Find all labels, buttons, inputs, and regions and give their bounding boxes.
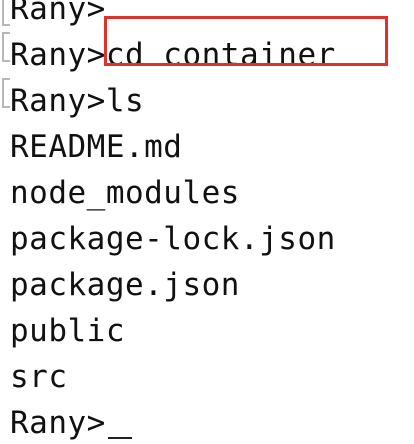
command-ls-line: Rany>ls: [10, 83, 145, 119]
output-line: package-lock.json: [10, 221, 336, 257]
output-line: node_modules: [10, 175, 240, 211]
line-marker: [2, 78, 10, 108]
current-prompt-line[interactable]: Rany>: [10, 400, 336, 444]
text-cursor: [107, 437, 132, 439]
highlight-box: [104, 16, 388, 66]
line-marker: [2, 0, 10, 26]
output-line: package.json: [10, 267, 240, 303]
terminal-output: Rany> Rany>cd container Rany>ls README.m…: [10, 0, 336, 444]
output-line: public: [10, 313, 125, 349]
output-line: README.md: [10, 129, 183, 165]
output-line: src: [10, 359, 68, 395]
terminal-window[interactable]: Rany> Rany>cd container Rany>ls README.m…: [0, 0, 414, 444]
prompt: Rany>: [10, 405, 106, 441]
line-marker: [2, 32, 10, 62]
